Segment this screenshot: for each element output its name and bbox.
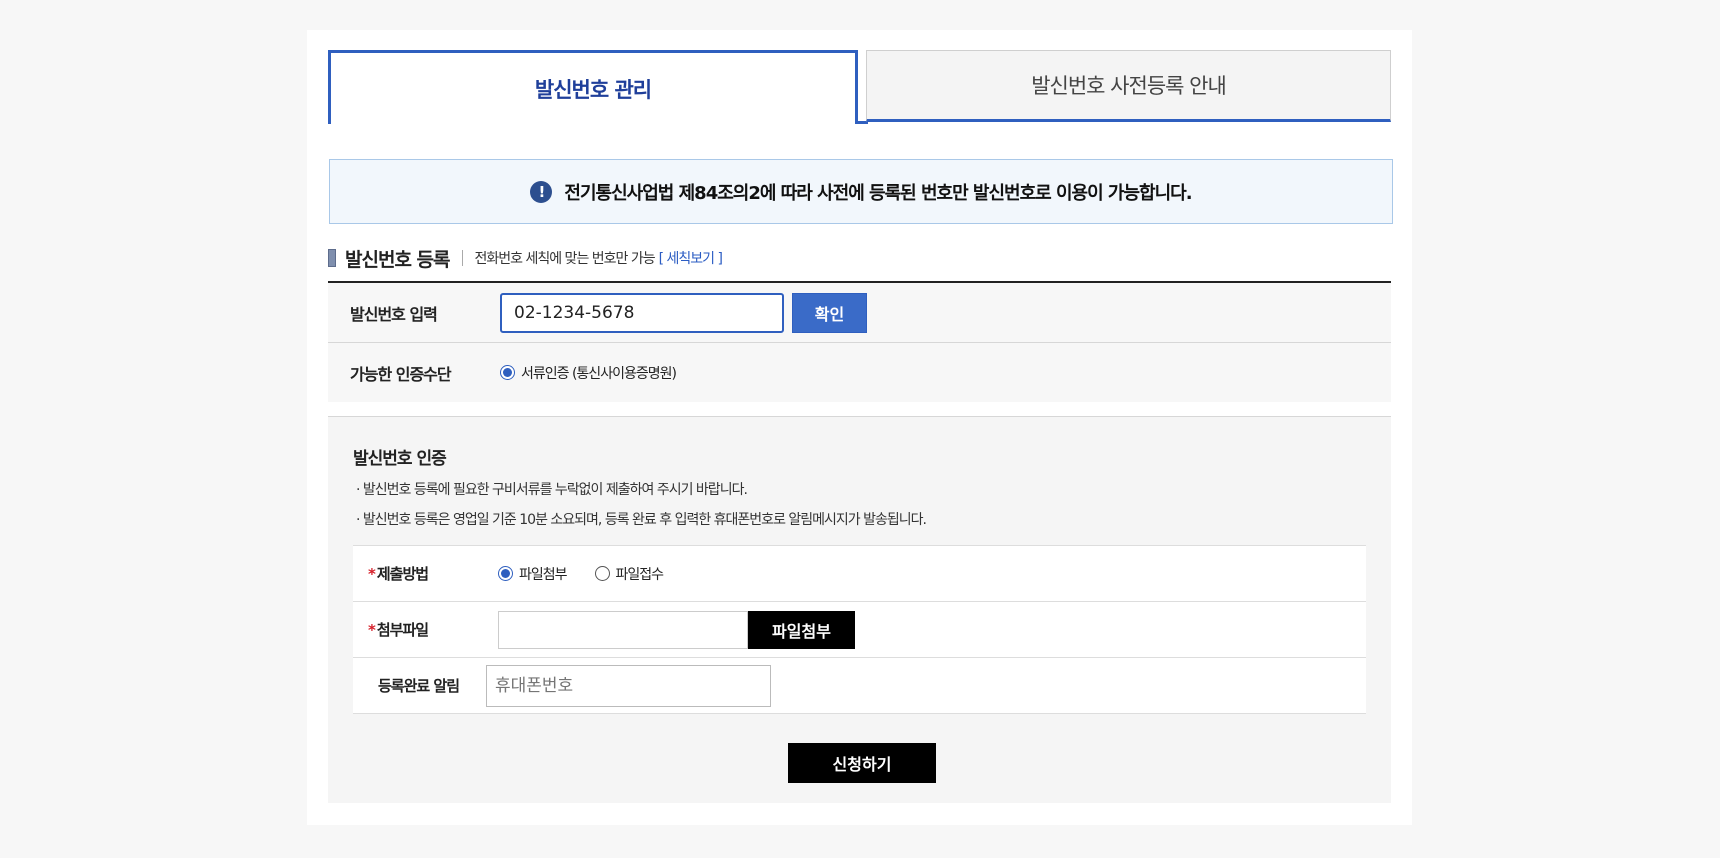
document-auth-option[interactable]: 서류인증 (통신사이용증명원) — [500, 363, 677, 383]
file-receipt-option[interactable]: 파일접수 — [594, 564, 665, 584]
radio-unselected-icon[interactable] — [594, 566, 610, 581]
submit-method-row: * 제출방법 파일첨부 파일접수 — [353, 546, 1366, 602]
attachment-label: * 첨부파일 — [353, 619, 498, 640]
file-name-field[interactable] — [498, 610, 748, 649]
auth-note: · 발신번호 등록은 영업일 기준 10분 소요되며, 등록 완료 후 입력한 … — [356, 512, 927, 528]
file-attach-option[interactable]: 파일첨부 — [498, 564, 568, 584]
radio-label: 서류인증 (통신사이용증명원) — [521, 365, 677, 382]
notify-row: 등록완료 알림 — [353, 658, 1366, 714]
phone-label: 발신번호 입력 — [350, 304, 438, 324]
apply-button[interactable]: 신청하기 — [788, 743, 936, 783]
tab-label: 발신번호 관리 — [534, 77, 652, 102]
section-description: 전화번호 세칙에 맞는 번호만 가능 — [474, 251, 656, 267]
auth-method-label: 가능한 인증수단 — [350, 364, 452, 384]
auth-form-table: * 제출방법 파일첨부 파일접수 * 첨부파일 파일첨부 등록완료 알림 — [353, 545, 1366, 714]
required-mark: * — [368, 621, 376, 639]
auth-section: 발신번호 인증 · 발신번호 등록에 필요한 구비서류를 누락없이 제출하여 주… — [328, 417, 1391, 803]
phone-row: 발신번호 입력 확인 — [328, 283, 1391, 343]
radio-label: 파일첨부 — [519, 566, 568, 583]
sender-number-input[interactable] — [500, 292, 784, 333]
divider — [461, 250, 463, 266]
notice-text: 전기통신사업법 제84조의2에 따라 사전에 등록된 번호만 발신번호로 이용이… — [564, 182, 1192, 204]
submit-method-label: * 제출방법 — [353, 563, 498, 584]
tab-preregistration-guide[interactable]: 발신번호 사전등록 안내 — [866, 50, 1391, 122]
register-form-table: 발신번호 입력 확인 가능한 인증수단 서류인증 (통신사이용증명원) — [328, 281, 1391, 403]
auth-note: · 발신번호 등록에 필요한 구비서류를 누락없이 제출하여 주시기 바랍니다. — [356, 482, 748, 498]
required-mark: * — [368, 565, 376, 583]
exclamation-icon: ! — [530, 180, 553, 203]
notice-banner: ! 전기통신사업법 제84조의2에 따라 사전에 등록된 번호만 발신번호로 이… — [329, 159, 1393, 224]
section-title: 발신번호 등록 — [345, 248, 450, 271]
section-marker-icon — [328, 249, 336, 267]
auth-title: 발신번호 인증 — [353, 449, 447, 469]
attachment-row: * 첨부파일 파일첨부 — [353, 602, 1366, 658]
label-text: 첨부파일 — [376, 621, 429, 639]
label-text: 제출방법 — [376, 565, 429, 583]
radio-selected-icon[interactable] — [500, 365, 515, 380]
view-rules-link[interactable]: [ 세칙보기 ] — [659, 248, 723, 268]
tab-label: 발신번호 사전등록 안내 — [1031, 74, 1227, 98]
section-gap — [328, 402, 1391, 417]
mobile-number-input[interactable] — [486, 664, 771, 707]
tab-sender-number-management[interactable]: 발신번호 관리 — [328, 50, 858, 124]
tab-bar: 발신번호 관리 발신번호 사전등록 안내 — [328, 50, 1391, 124]
notify-label: 등록완료 알림 — [378, 677, 460, 695]
register-section-header: 발신번호 등록 전화번호 세칙에 맞는 번호만 가능 [ 세칙보기 ] — [328, 244, 723, 272]
confirm-button[interactable]: 확인 — [792, 292, 867, 333]
auth-method-row: 가능한 인증수단 서류인증 (통신사이용증명원) — [328, 343, 1391, 403]
file-attach-button[interactable]: 파일첨부 — [748, 610, 855, 649]
radio-selected-icon[interactable] — [498, 566, 513, 581]
radio-label: 파일접수 — [615, 566, 665, 583]
